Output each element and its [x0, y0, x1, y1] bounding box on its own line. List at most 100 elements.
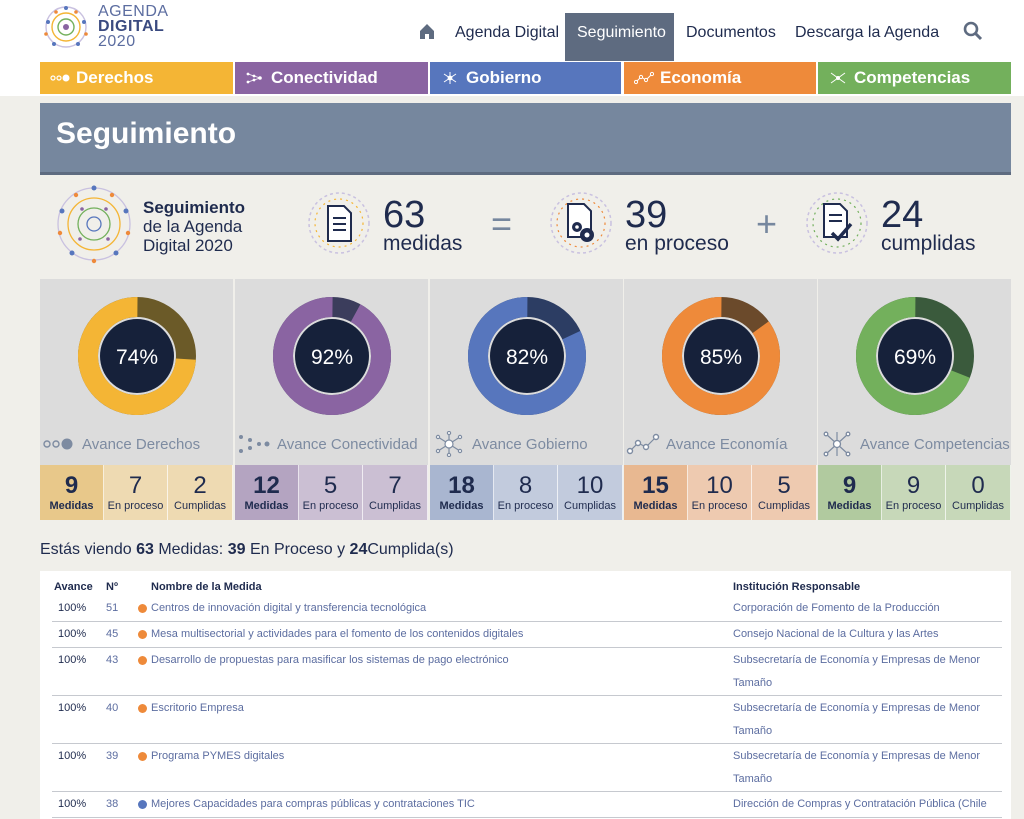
- stat-label: Medidas: [439, 499, 484, 512]
- row-number: 38: [106, 798, 119, 810]
- stat-proceso[interactable]: 8 En proceso: [494, 465, 558, 520]
- avance-text: Avance Gobierno: [472, 435, 588, 453]
- progress-card[interactable]: 74% Avance Derechos: [40, 279, 233, 465]
- stat-cumplidas[interactable]: 10 Cumplidas: [558, 465, 623, 520]
- document-check-icon: [806, 192, 868, 254]
- stat-label: En proceso: [885, 499, 942, 512]
- viewing-mid1: Medidas:: [158, 541, 224, 558]
- progress-percent: 74%: [116, 346, 158, 369]
- total-measures-label: medidas: [383, 232, 463, 255]
- nav-seguimiento[interactable]: Seguimiento: [565, 13, 674, 61]
- progress-percent: 82%: [506, 346, 548, 369]
- category-economia[interactable]: Economía: [624, 62, 816, 94]
- column-header-institution[interactable]: Institución Responsable: [733, 581, 860, 593]
- nav-descarga-agenda[interactable]: Descarga la Agenda: [783, 13, 951, 61]
- nav-documentos[interactable]: Documentos: [674, 13, 788, 61]
- row-avance: 100%: [58, 750, 87, 762]
- stat-value: 7: [128, 471, 143, 499]
- table-row[interactable]: 100% 51 Centros de innovación digital y tr…: [52, 597, 1002, 622]
- stat-medidas[interactable]: 9 Medidas: [40, 465, 104, 520]
- viewing-total: 63: [136, 541, 154, 558]
- row-institution-link[interactable]: Corporación de Fomento de la Producción: [733, 597, 998, 620]
- stat-proceso[interactable]: 9 En proceso: [882, 465, 946, 520]
- progress-donut: 82%: [468, 297, 586, 415]
- category-bar: Derechos Conectividad Gobierno Economía …: [0, 62, 1024, 96]
- row-measure-link[interactable]: Desarrollo de propuestas para masificar …: [151, 649, 711, 672]
- row-avance: 100%: [58, 654, 87, 666]
- column-header-number[interactable]: Nº: [106, 581, 118, 593]
- row-institution-link[interactable]: Consejo Nacional de la Cultura y las Art…: [733, 623, 998, 646]
- row-institution-link[interactable]: Subsecretaría de Economía y Empresas de …: [733, 745, 998, 791]
- row-measure-link[interactable]: Mejores Capacidades para compras pública…: [151, 793, 711, 816]
- table-row[interactable]: 100% 40 Escritorio Empresa Subsecretaría de…: [52, 697, 1002, 744]
- progress-card[interactable]: 82% Avance Gobierno: [430, 279, 623, 465]
- category-competencias[interactable]: Competencias: [818, 62, 1011, 94]
- logo-line-2: DIGITAL: [98, 18, 165, 35]
- category-gobierno[interactable]: Gobierno: [430, 62, 621, 94]
- viewing-pre: Estás viendo: [40, 541, 132, 558]
- progress-card[interactable]: 92% Avance Conectividad: [235, 279, 428, 465]
- agenda-digital-logo[interactable]: [40, 2, 92, 52]
- stat-medidas[interactable]: 15 Medidas: [624, 465, 688, 520]
- category-conectividad[interactable]: Conectividad: [235, 62, 428, 94]
- row-number: 39: [106, 750, 119, 762]
- derechos-icon: [43, 438, 73, 450]
- row-measure-link[interactable]: Centros de innovación digital y transfer…: [151, 597, 711, 620]
- row-measure-link[interactable]: Programa PYMES digitales: [151, 745, 711, 768]
- stat-label: Medidas: [49, 499, 94, 512]
- stat-value: 12: [253, 471, 280, 499]
- viewing-mid2: En Proceso y: [249, 541, 346, 558]
- stat-label: Cumplidas: [564, 499, 616, 512]
- progress-card[interactable]: 85% Avance Economía: [624, 279, 817, 465]
- row-measure-link[interactable]: Escritorio Empresa: [151, 697, 711, 720]
- stat-medidas[interactable]: 9 Medidas: [818, 465, 882, 520]
- category-label: Economía: [660, 68, 742, 87]
- economia-icon: [634, 71, 654, 85]
- plus-sign: +: [756, 203, 778, 244]
- stat-cumplidas[interactable]: 5 Cumplidas: [752, 465, 817, 520]
- progress-donut: 85%: [662, 297, 780, 415]
- table-row[interactable]: 100% 45 Mesa multisectorial y actividades …: [52, 623, 1002, 648]
- avance-label: Avance Competencias: [818, 431, 1011, 457]
- stat-label: En proceso: [107, 499, 164, 512]
- stat-proceso[interactable]: 10 En proceso: [688, 465, 752, 520]
- row-measure-link[interactable]: Mesa multisectorial y actividades para e…: [151, 623, 711, 646]
- stat-value: 10: [576, 471, 604, 499]
- stat-medidas[interactable]: 12 Medidas: [235, 465, 299, 520]
- logo-text[interactable]: AGENDA DIGITAL 2020: [98, 4, 169, 50]
- nav-agenda-digital[interactable]: Agenda Digital: [443, 13, 571, 61]
- progress-card[interactable]: 69% Avance Competencias: [818, 279, 1011, 465]
- stat-medidas[interactable]: 18 Medidas: [430, 465, 494, 520]
- column-header-avance[interactable]: Avance: [54, 581, 93, 593]
- category-dot-icon: [138, 630, 147, 639]
- row-avance: 100%: [58, 702, 87, 714]
- gobierno-icon: [443, 72, 457, 84]
- column-header-name[interactable]: Nombre de la Medida: [151, 581, 262, 593]
- stat-proceso[interactable]: 7 En proceso: [104, 465, 168, 520]
- category-label: Conectividad: [271, 68, 378, 87]
- stat-value: 5: [777, 471, 791, 499]
- row-number: 45: [106, 628, 119, 640]
- row-institution-link[interactable]: Subsecretaría de Economía y Empresas de …: [733, 649, 998, 695]
- stat-label: Cumplidas: [369, 499, 421, 512]
- stat-cumplidas[interactable]: 7 Cumplidas: [363, 465, 428, 520]
- stat-value: 9: [64, 471, 79, 499]
- stat-cumplidas[interactable]: 0 Cumplidas: [946, 465, 1011, 520]
- table-row[interactable]: 100% 43 Desarrollo de propuestas para masi…: [52, 649, 1002, 696]
- row-institution-link[interactable]: Subsecretaría de Economía y Empresas de …: [733, 697, 998, 743]
- economia-icon: [626, 433, 660, 455]
- equals-sign: =: [491, 203, 513, 244]
- row-institution-link[interactable]: Dirección de Compras y Contratación Públ…: [733, 793, 998, 816]
- stat-proceso[interactable]: 5 En proceso: [299, 465, 363, 520]
- agenda-digital-emblem-icon: [57, 185, 131, 264]
- table-row[interactable]: 100% 38 Mejores Capacidades para compras p…: [52, 793, 1002, 818]
- table-row[interactable]: 100% 39 Programa PYMES digitales Subsecreta…: [52, 745, 1002, 792]
- page-title: Seguimiento: [56, 117, 237, 150]
- row-avance: 100%: [58, 628, 87, 640]
- search-icon[interactable]: [963, 21, 983, 41]
- fulfilled-label: cumplidas: [881, 232, 976, 255]
- category-derechos[interactable]: Derechos: [40, 62, 233, 94]
- category-label: Gobierno: [466, 68, 542, 87]
- home-icon[interactable]: [418, 22, 436, 40]
- stat-cumplidas[interactable]: 2 Cumplidas: [168, 465, 233, 520]
